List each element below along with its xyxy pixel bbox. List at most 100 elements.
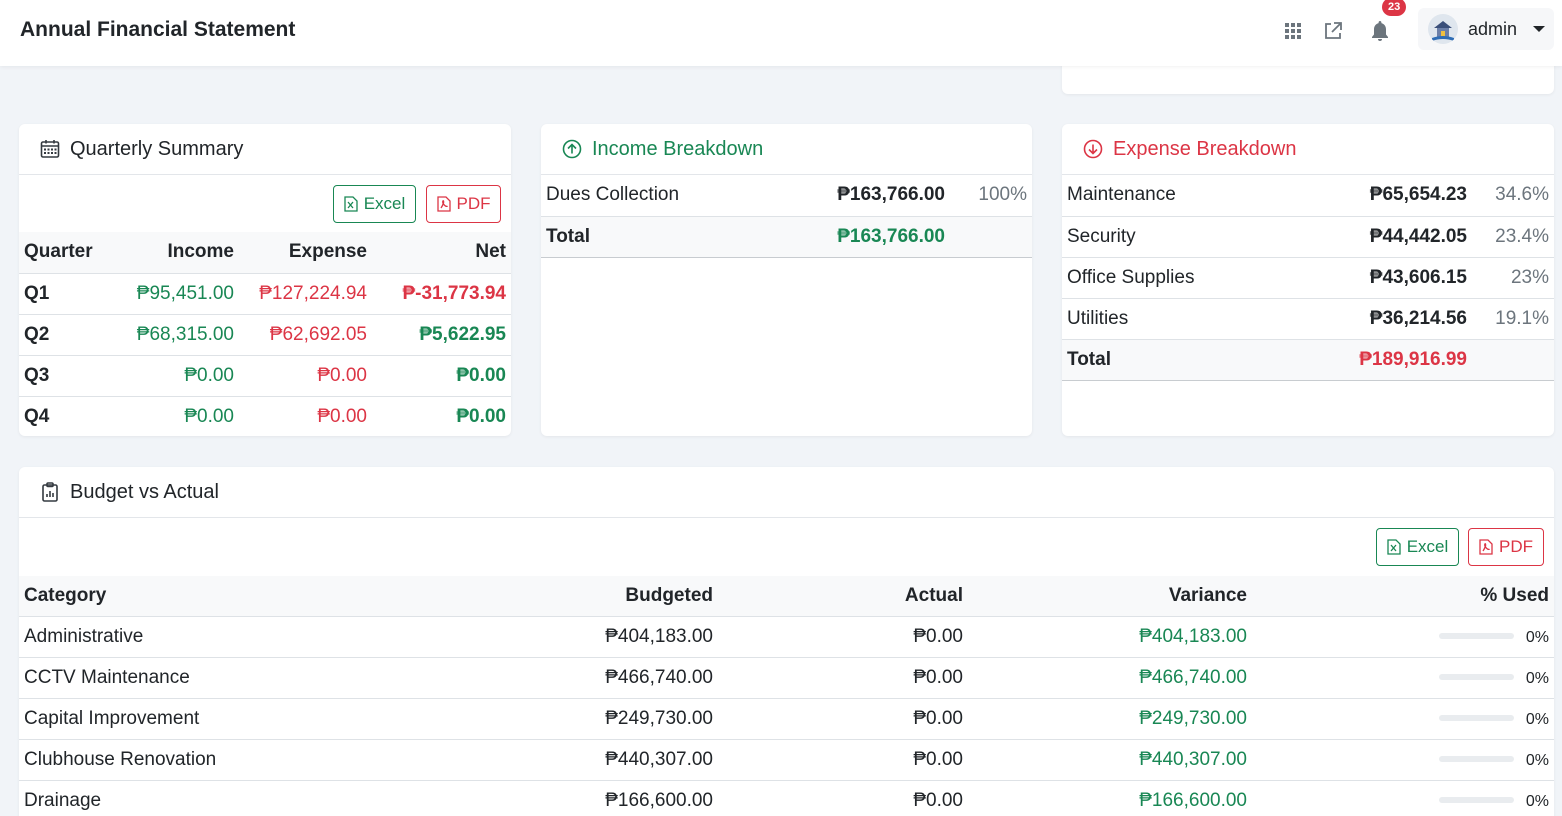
table-row: CCTV Maintenance ₱466,740.00 ₱0.00 ₱466,740… [19,657,1554,699]
expense-table: Maintenance ₱65,654.23 34.6% Security ₱44,44… [1062,175,1554,381]
net-cell: ₱-31,773.94 [372,273,511,315]
income-cell: ₱68,315.00 [109,314,239,356]
quarterly-excel-button[interactable]: Excel [333,185,416,223]
column-header: Net [372,232,511,274]
used-percent: 0% [1525,669,1549,687]
percent-cell: 34.6% [1472,175,1554,217]
income-breakdown-header: Income Breakdown [541,124,1032,175]
table-row: Security ₱44,442.05 23.4% [1062,216,1554,258]
expense-cell: ₱0.00 [239,396,372,436]
category-cell: Capital Improvement [19,698,419,740]
table-row: Clubhouse Renovation ₱440,307.00 ₱0.00 ₱440… [19,739,1554,781]
used-cell: 0% [1252,616,1554,658]
budgeted-cell: ₱466,740.00 [419,657,718,699]
amount-cell: ₱65,654.23 [1302,175,1472,217]
apps-grid-icon[interactable] [1280,18,1306,44]
column-header: Actual [718,576,968,617]
amount-cell: ₱44,442.05 [1302,216,1472,258]
variance-cell: ₱249,730.00 [968,698,1252,740]
budgeted-cell: ₱440,307.00 [419,739,718,781]
amount-cell: ₱163,766.00 [780,175,950,217]
usage-progress-bar [1438,797,1514,804]
arrow-up-circle-icon [561,138,583,160]
quarterly-excel-label: Excel [363,194,406,213]
category-cell: Maintenance [1062,175,1302,217]
budget-vs-actual-title: Budget vs Actual [70,480,219,503]
column-header: Variance [968,576,1252,617]
file-pdf-icon [436,196,451,212]
budget-vs-actual-header: Budget vs Actual [19,467,1554,518]
column-header: Budgeted [419,576,718,617]
net-cell: ₱0.00 [372,396,511,436]
avatar [1428,14,1458,44]
table-row: Q4 ₱0.00 ₱0.00 ₱0.00 [19,396,511,436]
expense-cell: ₱62,692.05 [239,314,372,356]
quarterly-pdf-label: PDF [456,194,491,213]
actual-cell: ₱0.00 [718,657,968,699]
expense-breakdown-header: Expense Breakdown [1062,124,1554,175]
quarter-cell: Q3 [19,355,109,397]
actual-cell: ₱0.00 [718,780,968,816]
budget-excel-button[interactable]: Excel [1376,528,1459,566]
used-cell: 0% [1252,739,1554,781]
budgeted-cell: ₱166,600.00 [419,780,718,816]
total-label: Total [1062,339,1302,381]
actual-cell: ₱0.00 [718,616,968,658]
amount-cell: ₱43,606.15 [1302,257,1472,299]
used-percent: 0% [1525,710,1549,728]
total-amount: ₱163,766.00 [780,216,950,258]
quarterly-pdf-button[interactable]: PDF [426,185,501,223]
total-amount: ₱189,916.99 [1302,339,1472,381]
budget-excel-label: Excel [1406,537,1449,556]
income-cell: ₱0.00 [109,396,239,436]
table-row: Administrative ₱404,183.00 ₱0.00 ₱404,183.0… [19,616,1554,658]
variance-cell: ₱404,183.00 [968,616,1252,658]
used-percent: 0% [1525,751,1549,769]
category-cell: Clubhouse Renovation [19,739,419,781]
budget-pdf-label: PDF [1499,537,1533,556]
user-name: admin [1468,18,1518,39]
quarter-cell: Q1 [19,273,109,315]
column-header: Income [109,232,239,274]
used-percent: 0% [1525,628,1549,646]
file-excel-icon [344,196,358,212]
table-row: Q3 ₱0.00 ₱0.00 ₱0.00 [19,355,511,397]
total-spacer [950,216,1032,258]
column-header: Quarter [19,232,109,274]
expense-cell: ₱127,224.94 [239,273,372,315]
variance-cell: ₱466,740.00 [968,657,1252,699]
table-row: Office Supplies ₱43,606.15 23% [1062,257,1554,299]
category-cell: Drainage [19,780,419,816]
actual-cell: ₱0.00 [718,698,968,740]
actual-cell: ₱0.00 [718,739,968,781]
percent-cell: 100% [950,175,1032,217]
table-row: Q2 ₱68,315.00 ₱62,692.05 ₱5,622.95 [19,314,511,356]
user-menu[interactable]: admin [1418,8,1554,50]
table-row: Maintenance ₱65,654.23 34.6% [1062,175,1554,217]
table-row: Q1 ₱95,451.00 ₱127,224.94 ₱-31,773.94 [19,273,511,315]
column-header: Category [19,576,419,617]
bell-icon[interactable] [1367,18,1393,44]
category-cell: CCTV Maintenance [19,657,419,699]
total-row: Total ₱189,916.99 [1062,339,1554,381]
external-link-icon[interactable] [1320,18,1346,44]
top-bar: Annual Financial Statement 23 admin [0,0,1562,66]
arrow-down-circle-icon [1082,138,1104,160]
quarterly-summary-card: Quarterly Summary Excel PDF Quarter Inco… [19,124,511,436]
budget-table: Category Budgeted Actual Variance % Used… [19,576,1554,816]
category-cell: Dues Collection [541,175,780,217]
table-row: Utilities ₱36,214.56 19.1% [1062,298,1554,340]
percent-cell: 19.1% [1472,298,1554,340]
table-row: Dues Collection ₱163,766.00 100% [541,175,1032,217]
used-percent: 0% [1525,792,1549,810]
chevron-down-icon [1533,26,1546,32]
clipboard-chart-icon [39,481,61,503]
amount-cell: ₱36,214.56 [1302,298,1472,340]
used-cell: 0% [1252,780,1554,816]
budget-pdf-button[interactable]: PDF [1468,528,1544,566]
variance-cell: ₱166,600.00 [968,780,1252,816]
calendar-icon [39,138,61,160]
quarterly-table: Quarter Income Expense Net Q1 ₱95,451.00 ₱… [19,232,511,436]
income-breakdown-title: Income Breakdown [592,137,764,160]
category-cell: Security [1062,216,1302,258]
